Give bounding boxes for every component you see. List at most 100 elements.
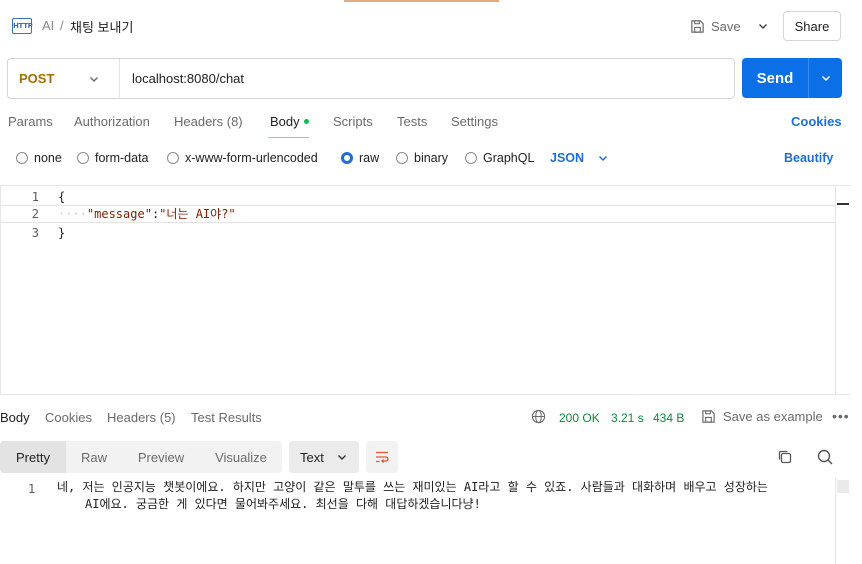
line-number: 3 <box>31 226 39 240</box>
response-view-modes: Pretty Raw Preview Visualize <box>0 441 282 473</box>
method-label: POST <box>19 71 55 86</box>
view-preview-button[interactable]: Preview <box>122 441 200 473</box>
active-tab-underline <box>268 137 309 138</box>
radio-circle-selected <box>341 152 353 164</box>
search-icon[interactable] <box>816 448 834 466</box>
radio-label: form-data <box>95 151 149 165</box>
cookies-link[interactable]: Cookies <box>791 114 842 129</box>
radio-label: GraphQL <box>483 151 535 165</box>
response-line-2: AI에요. 궁금한 게 있다면 물어봐주세요. 최선을 다해 대답하겠습니다냥! <box>85 497 481 511</box>
indent-guide: ···· <box>58 207 87 221</box>
response-time[interactable]: 3.21 s <box>611 411 644 425</box>
radio-circle <box>16 152 28 164</box>
scrollbar-thumb[interactable] <box>837 203 849 205</box>
view-visualize-button[interactable]: Visualize <box>200 441 282 473</box>
save-as-example-label: Save as example <box>723 409 823 424</box>
radio-circle <box>465 152 477 164</box>
radio-circle <box>167 152 179 164</box>
editor-scrollbar[interactable] <box>835 185 850 395</box>
breadcrumb-request-name[interactable]: 채팅 보내기 <box>70 17 133 36</box>
radio-label: raw <box>359 151 380 165</box>
save-button[interactable]: Save <box>690 12 741 40</box>
wrap-lines-button[interactable] <box>366 441 398 473</box>
line-number: 2 <box>31 207 39 221</box>
view-raw-button[interactable]: Raw <box>66 441 122 473</box>
http-request-icon: HTTP <box>12 18 33 34</box>
code-line-current: 2 ····"message":"너는 AI야?" <box>1 205 836 223</box>
code-line: 3 } <box>1 224 836 242</box>
body-format-label: JSON <box>550 151 585 165</box>
chevron-down-icon <box>90 76 98 82</box>
share-button[interactable]: Share <box>783 11 841 41</box>
request-tabs: Params Authorization Headers (8) Body Sc… <box>0 110 862 138</box>
json-value: "너는 AI야?" <box>159 207 236 221</box>
radio-raw[interactable]: raw <box>341 151 379 165</box>
save-label: Save <box>711 18 741 34</box>
body-type-options: none form-data x-www-form-urlencoded raw… <box>0 148 862 170</box>
radio-form-data[interactable]: form-data <box>77 151 149 165</box>
method-select[interactable]: POST <box>8 59 120 98</box>
copy-icon[interactable] <box>776 448 794 466</box>
response-scrollbar[interactable] <box>835 478 850 564</box>
wrap-lines-icon <box>376 451 389 463</box>
response-format-label: Text <box>300 449 324 465</box>
beautify-button[interactable]: Beautify <box>784 151 833 165</box>
tab-authorization[interactable]: Authorization <box>74 114 150 129</box>
send-button[interactable]: Send <box>742 58 842 98</box>
response-text: 네, 저는 인공지능 챗봇이에요. 하지만 고양이 같은 말투를 쓰는 재미있는… <box>57 479 829 513</box>
url-bar: POST <box>7 58 735 99</box>
code-text: { <box>58 190 66 204</box>
response-size[interactable]: 434 B <box>653 411 684 425</box>
tab-body-label: Body <box>270 114 300 129</box>
body-indicator-dot <box>303 119 309 124</box>
radio-x-www-form-urlencoded[interactable]: x-www-form-urlencoded <box>167 151 318 165</box>
radio-circle <box>396 152 408 164</box>
tab-headers[interactable]: Headers (8) <box>174 114 243 129</box>
response-tab-cookies[interactable]: Cookies <box>45 410 92 425</box>
tab-body[interactable]: Body <box>270 114 309 129</box>
tab-tests[interactable]: Tests <box>397 114 427 129</box>
code-text: ····"message":"너는 AI야?" <box>58 205 236 223</box>
response-tab-body[interactable]: Body <box>0 410 30 425</box>
response-tab-headers[interactable]: Headers (5) <box>107 410 176 425</box>
radio-label: binary <box>414 151 449 165</box>
tab-settings[interactable]: Settings <box>451 114 498 129</box>
more-options-icon[interactable]: ••• <box>832 408 850 424</box>
body-format-select[interactable]: JSON <box>550 151 608 165</box>
url-input[interactable] <box>120 59 734 98</box>
response-format-select[interactable]: Text <box>289 441 359 473</box>
tab-scripts[interactable]: Scripts <box>333 114 373 129</box>
save-options-button[interactable] <box>752 12 774 40</box>
chevron-down-icon <box>338 455 346 460</box>
radio-circle <box>77 152 89 164</box>
globe-icon[interactable] <box>531 409 546 424</box>
request-body-editor[interactable]: 1 { 2 ····"message":"너는 AI야?" 3 } <box>0 185 850 395</box>
send-label: Send <box>742 58 809 98</box>
radio-label: x-www-form-urlencoded <box>185 151 318 165</box>
json-key: "message" <box>86 207 152 221</box>
response-tab-test-results[interactable]: Test Results <box>191 410 262 425</box>
chevron-down-icon <box>759 24 767 29</box>
scrollbar-thumb[interactable] <box>837 480 849 493</box>
tab-params[interactable]: Params <box>8 114 53 129</box>
line-number: 1 <box>28 482 36 496</box>
code-text: } <box>58 226 66 240</box>
save-as-example-button[interactable]: Save as example <box>701 409 823 424</box>
radio-binary[interactable]: binary <box>396 151 448 165</box>
view-pretty-button[interactable]: Pretty <box>0 441 66 473</box>
response-status[interactable]: 200 OK <box>559 411 600 425</box>
chevron-down-icon <box>821 75 830 82</box>
send-options-button[interactable] <box>809 58 842 98</box>
radio-none[interactable]: none <box>16 151 62 165</box>
line-number: 1 <box>31 190 39 204</box>
save-icon <box>691 19 704 33</box>
response-body: 1 네, 저는 인공지능 챗봇이에요. 하지만 고양이 같은 말투를 쓰는 재미… <box>0 478 850 564</box>
save-icon <box>702 410 715 423</box>
chevron-down-icon <box>599 155 608 162</box>
code-line: 1 { <box>1 188 836 206</box>
breadcrumb-separator: / <box>60 18 64 33</box>
radio-graphql[interactable]: GraphQL <box>465 151 534 165</box>
response-tabs: Body Cookies Headers (5) Test Results 20… <box>0 406 862 428</box>
breadcrumb-collection[interactable]: AI <box>42 18 54 33</box>
response-line-1: 네, 저는 인공지능 챗봇이에요. 하지만 고양이 같은 말투를 쓰는 재미있는… <box>57 480 768 494</box>
